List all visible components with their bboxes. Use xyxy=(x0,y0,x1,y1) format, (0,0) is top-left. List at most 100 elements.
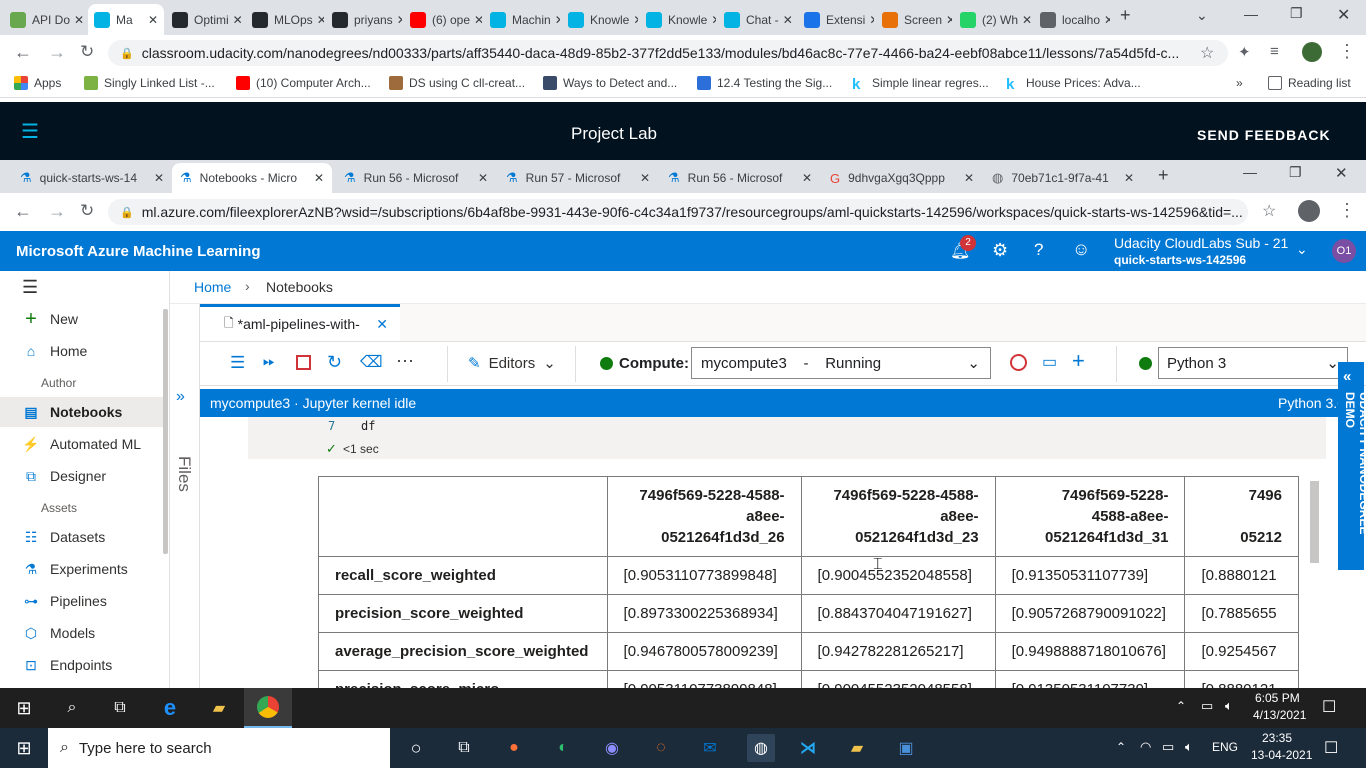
inner-profile-icon[interactable] xyxy=(1298,200,1320,222)
close-tab-icon[interactable]: ✕ xyxy=(779,13,793,27)
notifications-icon[interactable]: ☐ xyxy=(1324,738,1338,758)
send-feedback-button[interactable]: SEND FEEDBACK xyxy=(1197,127,1331,143)
code-cell[interactable]: 7 df ✓ <1 sec xyxy=(248,417,1326,459)
clear-outputs-icon[interactable]: ⌫ xyxy=(360,352,383,372)
close-window-icon[interactable]: ✕ xyxy=(1337,5,1350,25)
bookmark-item[interactable]: k House Prices: Adva... xyxy=(1006,76,1141,93)
maximize-icon[interactable]: ❐ xyxy=(1290,5,1303,22)
inner-new-tab-icon[interactable]: + xyxy=(1158,165,1169,186)
task-view-icon[interactable]: ⧉ xyxy=(108,696,132,720)
bookmark-item[interactable]: k Simple linear regres... xyxy=(852,76,989,93)
close-tab-icon[interactable]: ✕ xyxy=(1100,13,1110,27)
task-view-icon[interactable]: ⧉ xyxy=(452,736,476,760)
close-tab-icon[interactable]: ✕ xyxy=(314,171,324,185)
outer-tab[interactable]: Ma ✕ xyxy=(88,4,164,35)
firefox-icon[interactable]: ● xyxy=(502,736,526,760)
run-all-icon[interactable]: ⏩︎ xyxy=(263,353,275,370)
user-avatar[interactable]: O1 xyxy=(1332,239,1356,263)
close-tab-icon[interactable]: ✕ xyxy=(70,13,84,27)
stop-icon[interactable] xyxy=(296,355,311,370)
outer-tab[interactable]: Machin ✕ xyxy=(484,4,560,35)
taskbar-search-box[interactable]: ⌕ Type here to search xyxy=(48,728,390,768)
menu-icon[interactable]: ☰ xyxy=(230,353,245,373)
sidebar-item-datasets[interactable]: ☷ Datasets xyxy=(0,522,165,552)
inner-tab[interactable]: G 9dhvgaXgq3Qppp ✕ xyxy=(822,163,982,193)
sidebar-item-experiments[interactable]: ⚗ Experiments xyxy=(0,554,165,584)
bookmark-item[interactable]: DS using C cll-creat... xyxy=(389,76,525,90)
eclipse-icon[interactable]: ◉ xyxy=(600,736,624,760)
outer-tab[interactable]: (6) ope ✕ xyxy=(404,4,482,35)
remote-desktop-icon[interactable]: ▣ xyxy=(894,736,918,760)
chevron-down-icon[interactable]: ⌄ xyxy=(1296,241,1308,258)
vscode-icon[interactable]: ⋊ xyxy=(796,736,820,760)
wifi-icon[interactable]: ◠ xyxy=(1140,739,1151,755)
close-tab-icon[interactable]: ✕ xyxy=(707,13,716,27)
sidebar-item-home[interactable]: ⌂ Home xyxy=(0,336,165,366)
close-tab-icon[interactable]: ✕ xyxy=(393,13,402,27)
bookmark-item[interactable]: Singly Linked List -... xyxy=(84,76,215,90)
outer-tab[interactable]: priyans ✕ xyxy=(326,4,402,35)
close-tab-icon[interactable]: ✕ xyxy=(942,13,952,27)
close-tab-icon[interactable]: ✕ xyxy=(551,13,560,27)
clock-date[interactable]: 13-04-2021 xyxy=(1251,748,1312,762)
subscription-name[interactable]: Udacity CloudLabs Sub - 21 xyxy=(1114,235,1288,251)
inner-menu-icon[interactable]: ⋮ xyxy=(1338,200,1356,221)
inner-minimize-icon[interactable]: — xyxy=(1243,164,1257,180)
battery-icon[interactable]: ▭ xyxy=(1162,739,1174,755)
compute-select[interactable]: mycompute3 - Running ⌄ xyxy=(691,347,991,379)
inner-forward-icon[interactable]: → xyxy=(48,201,66,222)
compute-details-icon[interactable]: ▭ xyxy=(1042,352,1057,372)
bookmark-star-icon[interactable]: ☆ xyxy=(1200,43,1214,63)
restart-icon[interactable]: ↻ xyxy=(327,352,342,373)
jupyter-icon[interactable]: ◌ xyxy=(649,736,673,760)
expand-panel-icon[interactable]: » xyxy=(176,388,185,406)
file-explorer-icon[interactable]: ▰ xyxy=(845,736,869,760)
sidebar-item-designer[interactable]: ⧉ Designer xyxy=(0,461,165,491)
outer-tab[interactable]: Optimi ✕ xyxy=(166,4,244,35)
clock-time[interactable]: 6:05 PM xyxy=(1255,691,1300,705)
workspace-name[interactable]: quick-starts-ws-142596 xyxy=(1114,253,1246,267)
files-label[interactable]: Files xyxy=(174,456,194,492)
minimize-icon[interactable]: — xyxy=(1244,6,1258,22)
editors-dropdown[interactable]: ✎ Editors ⌄ xyxy=(468,354,556,373)
windows-start-icon[interactable]: ⊞ xyxy=(12,696,36,720)
profile-avatar[interactable] xyxy=(1302,42,1322,62)
sidebar-item-automated-ml[interactable]: ⚡ Automated ML xyxy=(0,429,165,459)
stop-compute-icon[interactable] xyxy=(1010,354,1027,371)
outer-tab[interactable]: API Do ✕ xyxy=(4,4,84,35)
sidebar-scrollbar[interactable] xyxy=(163,309,168,554)
outer-tab[interactable]: Screen ✕ xyxy=(876,4,952,35)
extensions-icon[interactable]: ✦ xyxy=(1238,43,1251,61)
windows-start-icon[interactable]: ⊞ xyxy=(12,736,36,760)
close-tab-icon[interactable]: ✕ xyxy=(478,171,488,185)
sidebar-item-notebooks[interactable]: ▤ Notebooks xyxy=(0,397,165,427)
inner-tab[interactable]: ⚗ Run 56 - Microsof ✕ xyxy=(336,163,496,193)
inner-reload-icon[interactable]: ↻ xyxy=(80,201,94,221)
inner-tab[interactable]: ◍ 70eb71c1-9f7a-41 ✕ xyxy=(984,163,1142,193)
tab-search-icon[interactable]: ⌄ xyxy=(1196,7,1208,24)
chrome-icon[interactable]: ◍ xyxy=(747,734,775,762)
edge-icon[interactable]: ◐ xyxy=(551,736,575,760)
outer-tab[interactable]: localho ✕ xyxy=(1034,4,1110,35)
inner-tab[interactable]: ⚗ Run 56 - Microsof ✕ xyxy=(660,163,820,193)
mail-icon[interactable]: ✉ xyxy=(698,736,722,760)
feedback-smiley-icon[interactable]: ☺ xyxy=(1072,239,1090,260)
close-tab-icon[interactable]: ✕ xyxy=(229,13,243,27)
close-tab-icon[interactable]: ✕ xyxy=(1124,171,1134,185)
breadcrumb-home[interactable]: Home xyxy=(194,279,231,295)
close-tab-icon[interactable]: ✕ xyxy=(640,171,650,185)
new-tab-icon[interactable]: + xyxy=(1120,5,1131,26)
bookmark-item[interactable]: Ways to Detect and... xyxy=(543,76,677,90)
back-icon[interactable]: ← xyxy=(14,42,32,63)
kernel-select[interactable]: Python 3 ⌄ xyxy=(1158,347,1348,379)
cortana-icon[interactable]: ○ xyxy=(404,736,428,760)
bookmark-item[interactable]: 12.4 Testing the Sig... xyxy=(697,76,832,90)
outer-tab[interactable]: MLOps ✕ xyxy=(246,4,324,35)
sidebar-item-pipelines[interactable]: ⊶ Pipelines xyxy=(0,586,165,616)
outer-tab[interactable]: (2) Wh ✕ xyxy=(954,4,1032,35)
close-tab-icon[interactable]: ✕ xyxy=(154,171,164,185)
close-tab-icon[interactable]: ✕ xyxy=(629,13,638,27)
inner-tab[interactable]: ⚗ Notebooks - Micro ✕ xyxy=(172,163,332,193)
volume-icon[interactable]: 🔈︎ xyxy=(1225,698,1233,714)
close-tab-icon[interactable]: ✕ xyxy=(313,13,324,27)
